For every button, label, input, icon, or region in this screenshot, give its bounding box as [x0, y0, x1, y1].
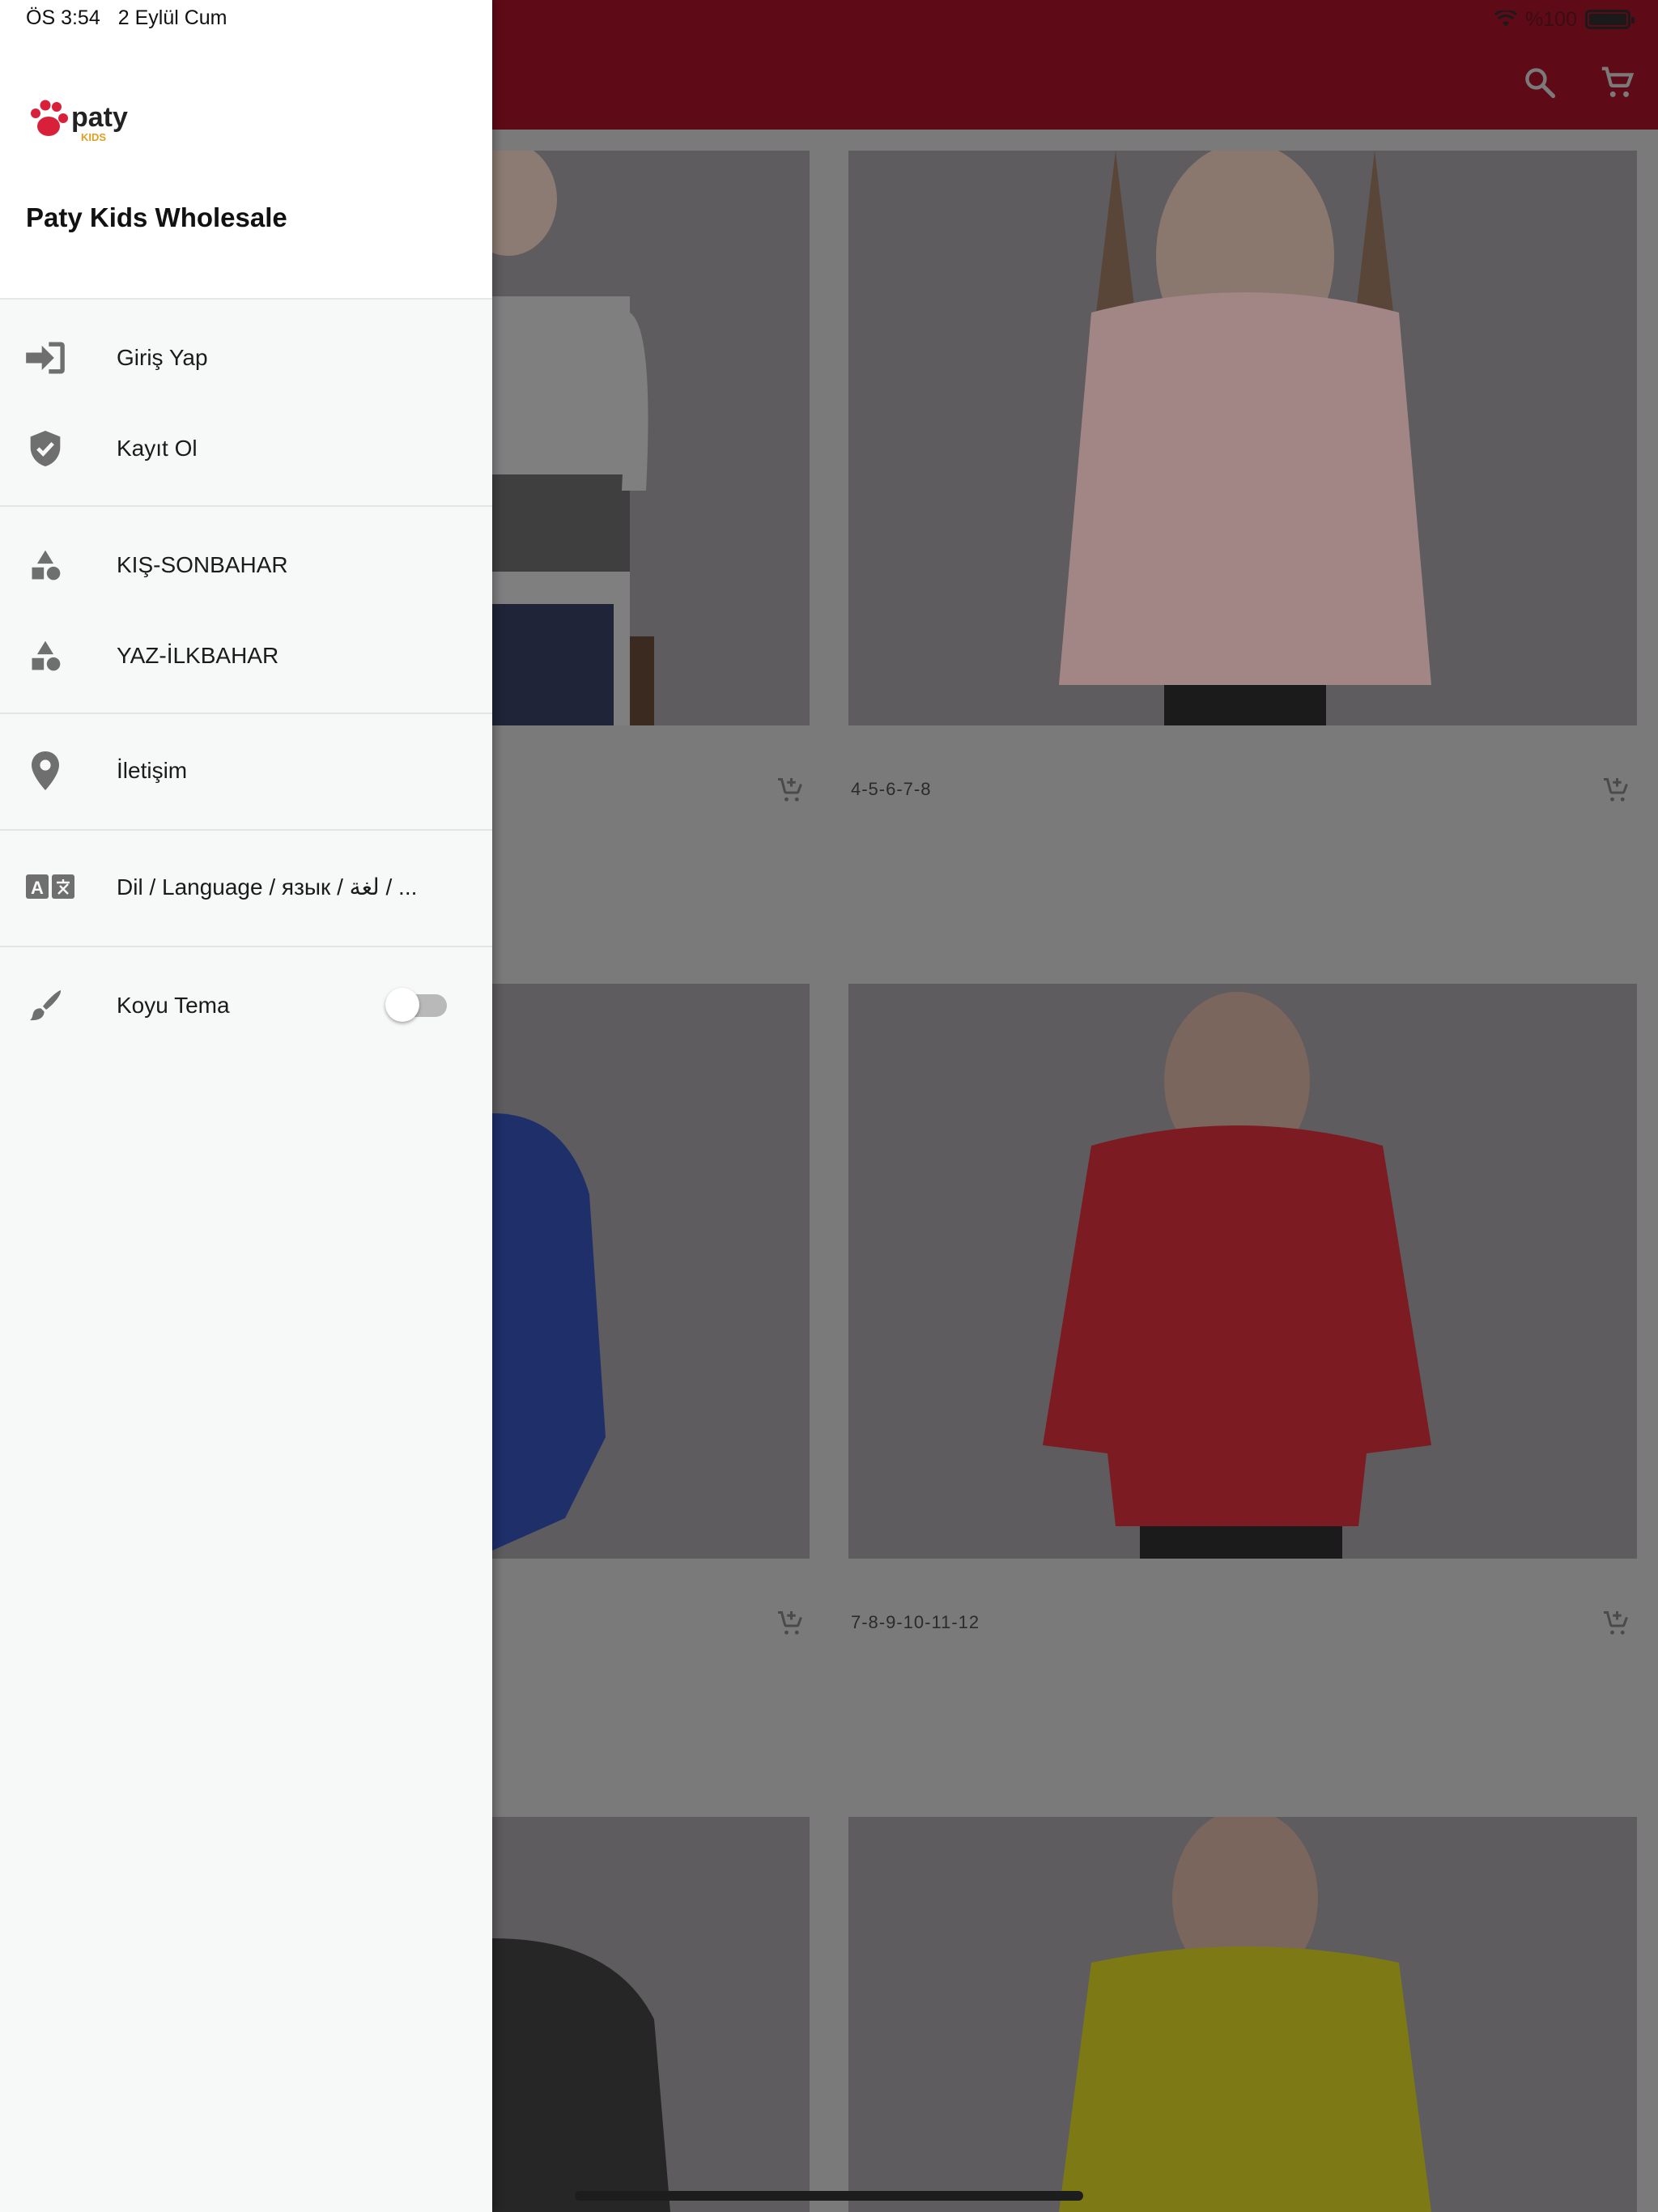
- product-shirt: [1043, 1125, 1431, 1526]
- toggle-thumb: [385, 988, 419, 1022]
- product-shirt: [492, 1113, 606, 1551]
- menu-item-label: Kayıt Ol: [117, 436, 198, 461]
- logo-text: paty: [71, 102, 128, 133]
- brush-icon: [24, 985, 66, 1027]
- product-shirt: [1059, 292, 1431, 685]
- category-icon: [24, 635, 66, 677]
- divider: [0, 946, 492, 947]
- menu-item-label: Koyu Tema: [117, 993, 230, 1018]
- translate-icon: A: [24, 866, 76, 908]
- product-image[interactable]: [492, 984, 810, 1559]
- menu-item-label: İletişim: [117, 758, 188, 783]
- menu-item-summer-spring[interactable]: YAZ-İLKBAHAR: [0, 610, 492, 701]
- dark-theme-toggle[interactable]: [385, 988, 447, 1022]
- add-to-cart-button[interactable]: [772, 1606, 808, 1641]
- category-icon: [24, 544, 66, 586]
- status-date: 2 Eylül Cum: [117, 6, 227, 29]
- login-icon: [24, 337, 66, 379]
- menu-item-winter-autumn[interactable]: KIŞ-SONBAHAR: [0, 520, 492, 610]
- paty-kids-logo: paty KIDS: [24, 96, 146, 147]
- product-image[interactable]: [492, 151, 810, 725]
- divider: [0, 713, 492, 714]
- menu-item-language[interactable]: A Dil / Language / язык / لغة / ...: [0, 841, 492, 932]
- menu-item-label: YAZ-İLKBAHAR: [117, 643, 279, 668]
- status-time: ÖS 3:54: [26, 6, 100, 29]
- status-bar-left: ÖS 3:54 2 Eylül Cum: [26, 6, 227, 30]
- status-bar-right: %100: [1494, 6, 1635, 32]
- product-sizes: 7-8-9-10-11-12: [851, 1612, 980, 1632]
- add-cart-icon: [778, 1611, 802, 1635]
- cart-button[interactable]: [1592, 57, 1643, 108]
- svg-text:A: A: [31, 878, 44, 898]
- divider: [0, 505, 492, 507]
- battery-icon: [1585, 10, 1635, 29]
- home-indicator[interactable]: [575, 2191, 1083, 2201]
- add-cart-icon: [1604, 778, 1628, 802]
- battery-percent: %100: [1525, 7, 1577, 31]
- product-image[interactable]: [848, 984, 1637, 1559]
- add-cart-icon: [778, 778, 802, 802]
- menu-item-label: Giriş Yap: [117, 345, 208, 370]
- add-to-cart-button[interactable]: [1598, 772, 1634, 808]
- product-shirt: [492, 1938, 670, 2212]
- add-to-cart-button[interactable]: [1598, 1606, 1634, 1641]
- drawer-header: ÖS 3:54 2 Eylül Cum paty KIDS Paty Kids W…: [0, 0, 492, 300]
- product-image[interactable]: [848, 1817, 1637, 2212]
- search-button[interactable]: [1514, 57, 1566, 108]
- divider: [0, 829, 492, 831]
- location-pin-icon: [24, 750, 66, 792]
- product-image[interactable]: [848, 151, 1637, 725]
- menu-item-login[interactable]: Giriş Yap: [0, 313, 492, 403]
- navigation-drawer: ÖS 3:54 2 Eylül Cum paty KIDS Paty Kids W…: [0, 0, 492, 2212]
- add-cart-icon: [1604, 1611, 1628, 1635]
- wifi-icon: [1494, 11, 1518, 27]
- app-title: Paty Kids Wholesale: [26, 202, 287, 232]
- search-icon: [1525, 68, 1556, 99]
- product-shirt: [1059, 1946, 1431, 2212]
- menu-item-contact[interactable]: İletişim: [0, 725, 492, 816]
- logo-subtext: KIDS: [81, 131, 106, 143]
- product-image[interactable]: [492, 1817, 810, 2212]
- add-to-cart-button[interactable]: [772, 772, 808, 808]
- menu-item-register[interactable]: Kayıt Ol: [0, 403, 492, 494]
- cart-icon: [1601, 66, 1635, 97]
- product-sizes: 4-5-6-7-8: [851, 779, 932, 799]
- shield-check-icon: [24, 428, 66, 470]
- menu-item-label: KIŞ-SONBAHAR: [117, 552, 288, 577]
- menu-item-label: Dil / Language / язык / لغة / ...: [117, 874, 418, 900]
